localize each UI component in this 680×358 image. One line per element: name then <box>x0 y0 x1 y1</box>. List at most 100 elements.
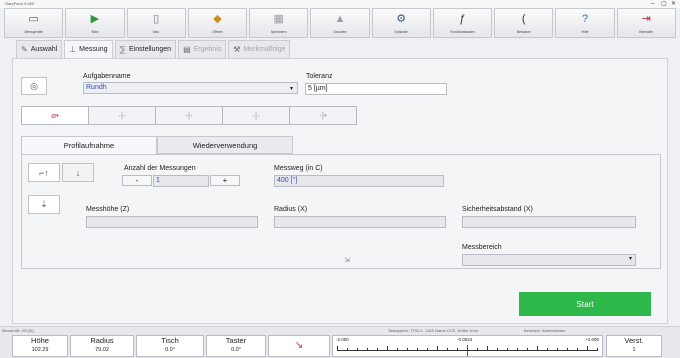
readout-value: 0.0° <box>165 347 175 353</box>
scale-tick <box>537 346 538 351</box>
toolbar-label: Hilfe <box>581 30 589 34</box>
readout-label: Taster <box>225 336 247 345</box>
height-input[interactable] <box>86 216 258 228</box>
toolbar-button-3[interactable]: ◆ Öffnen <box>187 8 248 38</box>
scale-tick <box>387 346 388 351</box>
readout-value: 0.0° <box>231 347 241 353</box>
increment-button[interactable]: + <box>210 175 240 186</box>
toolbar-label: Neu <box>152 30 160 34</box>
exit-icon: ⇥ <box>641 13 651 25</box>
scale-tick <box>367 348 368 351</box>
segment-5[interactable]: -|• <box>289 106 357 125</box>
toolbar-label: Beenden <box>639 30 654 34</box>
scale-tick <box>467 348 468 351</box>
tab-profilaufnahme[interactable]: Profilaufnahme <box>21 136 157 154</box>
new-file-icon: ▯ <box>153 13 160 25</box>
toolbar-button-5[interactable]: ▲ Drucken <box>310 8 370 38</box>
toolbar-button-4[interactable]: ▦ Speichern <box>249 8 309 38</box>
pencil-icon: ✎ <box>21 45 28 54</box>
tab-auswahl[interactable]: ✎ Auswahl <box>16 40 63 58</box>
start-button[interactable]: Start <box>519 292 651 316</box>
scale-tick <box>527 348 528 351</box>
scale-tick <box>337 346 338 351</box>
save-icon: ▦ <box>273 13 284 25</box>
path-label: Messweg (in C) <box>274 165 323 172</box>
measurement-panel: ◎ Aufgabenname Rundh ▾ Toleranz 5 [µm] ⌀… <box>12 58 668 324</box>
minimize-button[interactable]: – <box>651 0 654 8</box>
scale-min: -2.000 <box>336 337 349 342</box>
tolerance-input[interactable]: 5 [µm] <box>305 83 447 95</box>
scale-tick <box>507 348 508 351</box>
chevron-down-icon[interactable]: ▾ <box>290 85 293 92</box>
task-name-select[interactable]: Rundh <box>83 82 298 94</box>
help-icon: ? <box>581 13 589 25</box>
tab-label: Ergebnis <box>193 46 222 53</box>
close-button[interactable]: ✕ <box>671 0 676 8</box>
scale-tick <box>597 348 598 351</box>
tab-label: Merkmalfolge <box>243 46 286 53</box>
verst-value: 1 <box>632 347 636 353</box>
segment-2[interactable]: -|- <box>88 106 156 125</box>
toolbar-label: Speichern <box>270 30 287 34</box>
profile-settings: ⌐↑ ↓ Anzahl der Messungen - 1 + Messweg … <box>21 154 661 269</box>
readout-table: Tisch 0.0° <box>136 335 204 357</box>
play-icon: ▶ <box>90 13 100 25</box>
tab-messung[interactable]: ⊥ Messung <box>64 40 113 58</box>
height-icon[interactable]: ⇣ <box>28 195 60 214</box>
main-tabs: ✎ Auswahl ⊥ Messung ⅀ Einstellungen ▤ Ergebn… <box>16 40 291 58</box>
toolbar-button-2[interactable]: ▯ Neu <box>126 8 186 38</box>
segment-3[interactable]: -|- <box>155 106 223 125</box>
toolbar-button-8[interactable]: ( Benutzer <box>494 8 554 38</box>
safety-input[interactable] <box>462 216 636 228</box>
window-title: GaryForm 9.0f/0 <box>5 1 35 6</box>
toolbar-button-10[interactable]: ⇥ Beenden <box>616 8 676 38</box>
report-icon: ▤ <box>183 45 191 54</box>
tab-label: Auswahl <box>30 46 58 53</box>
scale-tick <box>547 348 548 351</box>
verst-box[interactable]: Verst. 1 <box>606 335 662 357</box>
readout-label: Radius <box>90 336 114 345</box>
probe-in-icon[interactable]: ⌐↑ <box>28 163 60 182</box>
tab-wiederverwendung[interactable]: Wiederverwendung <box>157 136 293 154</box>
tab-label: Einstellungen <box>129 46 172 53</box>
scale-mid: -0.0024 <box>457 337 473 342</box>
toolbar-label: Öffnen <box>212 30 223 34</box>
toolbar-button-0[interactable]: ▭ Messgeräte <box>4 8 64 38</box>
chevron-down-icon[interactable]: ▾ <box>629 255 632 262</box>
toolbar-button-7[interactable]: ƒ Funktionstasten <box>432 8 493 38</box>
tab-einstellungen[interactable]: ⅀ Einstellungen <box>114 40 177 58</box>
radius-input[interactable] <box>274 216 446 228</box>
roundness-icon[interactable]: ◎ <box>21 77 47 95</box>
segment-4[interactable]: -|- <box>222 106 290 125</box>
segment-roundness[interactable]: ⌀• <box>21 106 89 125</box>
print-icon: ▲ <box>334 13 346 25</box>
scale-tick <box>567 348 568 351</box>
scale-tick <box>497 348 498 351</box>
readout-height: Höhe 102.29 <box>12 335 68 357</box>
tools-icon: ⚒ <box>233 45 241 54</box>
range-select[interactable] <box>462 254 636 266</box>
sigma-icon: ⅀ <box>119 45 127 54</box>
readout-radius: Radius 79.02 <box>70 335 134 357</box>
tab-merkmalfolge[interactable]: ⚒ Merkmalfolge <box>228 40 291 58</box>
radius-label: Radius (X) <box>274 206 308 213</box>
probe-out-icon[interactable]: ↓ <box>62 163 94 182</box>
tab-ergebnis[interactable]: ▤ Ergebnis <box>178 40 227 58</box>
toolbar-label: Benutzer <box>516 30 531 34</box>
decrement-button[interactable]: - <box>122 175 152 186</box>
toolbar-button-9[interactable]: ? Hilfe <box>555 8 615 38</box>
user-icon: ( <box>521 13 526 25</box>
toolbar-button-1[interactable]: ▶ Start <box>65 8 125 38</box>
count-input[interactable]: 1 <box>153 175 209 187</box>
range-label: Messbereich <box>462 244 502 251</box>
scale-tick <box>427 348 428 351</box>
scale-tick <box>517 348 518 351</box>
cursor-icon: ⇲ <box>344 257 350 264</box>
toolbar-label: Optionen <box>394 30 409 34</box>
maximize-button[interactable]: ▢ <box>661 0 667 8</box>
toolbar-button-6[interactable]: ⚙ Optionen <box>371 8 431 38</box>
tolerance-label: Toleranz <box>306 73 333 80</box>
tab-label: Messung <box>79 46 108 53</box>
safety-label: Sicherheitsabstand (X) <box>462 206 533 213</box>
path-input[interactable]: 400 [°] <box>274 175 444 187</box>
